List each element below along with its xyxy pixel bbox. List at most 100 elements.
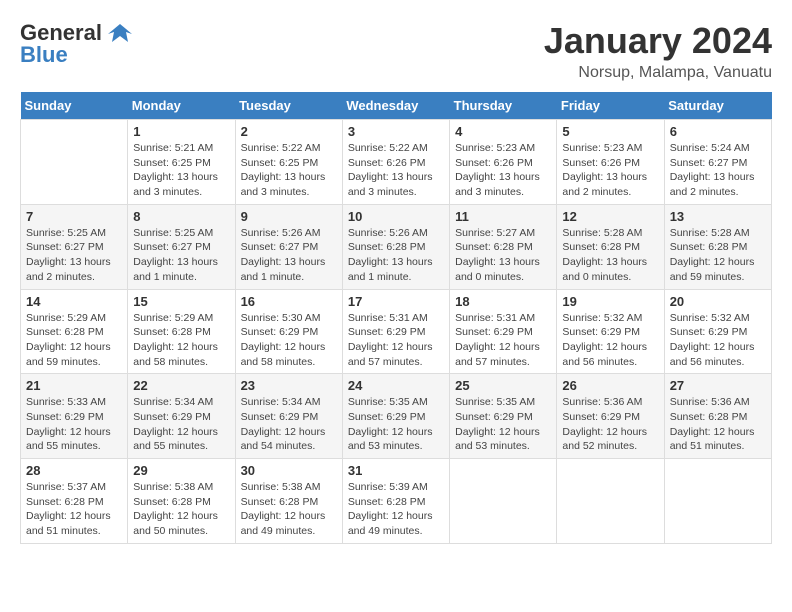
day-info: Sunrise: 5:26 AM Sunset: 6:27 PM Dayligh… bbox=[241, 226, 337, 285]
day-info: Sunrise: 5:25 AM Sunset: 6:27 PM Dayligh… bbox=[133, 226, 229, 285]
day-number: 7 bbox=[26, 209, 122, 224]
calendar-cell: 4Sunrise: 5:23 AM Sunset: 6:26 PM Daylig… bbox=[450, 120, 557, 205]
day-info: Sunrise: 5:36 AM Sunset: 6:28 PM Dayligh… bbox=[670, 395, 766, 454]
day-number: 19 bbox=[562, 294, 658, 309]
weekday-header-friday: Friday bbox=[557, 92, 664, 120]
calendar-cell: 22Sunrise: 5:34 AM Sunset: 6:29 PM Dayli… bbox=[128, 374, 235, 459]
calendar-cell: 3 Sunrise: 5:22 AM Sunset: 6:26 PM Daylig… bbox=[342, 120, 449, 205]
calendar-cell bbox=[450, 459, 557, 544]
day-info: Sunrise: 5:27 AM Sunset: 6:28 PM Dayligh… bbox=[455, 226, 551, 285]
day-number: 10 bbox=[348, 209, 444, 224]
calendar-cell: 18 Sunrise: 5:31 AM Sunset: 6:29 PM Dayli… bbox=[450, 289, 557, 374]
calendar-cell: 28Sunrise: 5:37 AM Sunset: 6:28 PM Dayli… bbox=[21, 459, 128, 544]
weekday-header-row: SundayMondayTuesdayWednesdayThursdayFrid… bbox=[21, 92, 772, 120]
weekday-header-wednesday: Wednesday bbox=[342, 92, 449, 120]
day-number: 22 bbox=[133, 378, 229, 393]
day-info: Sunrise: 5:23 AM Sunset: 6:26 PM Dayligh… bbox=[562, 141, 658, 200]
day-number: 30 bbox=[241, 463, 337, 478]
day-number: 15 bbox=[133, 294, 229, 309]
calendar-cell: 11 Sunrise: 5:27 AM Sunset: 6:28 PM Dayli… bbox=[450, 204, 557, 289]
day-info: Sunrise: 5:28 AM Sunset: 6:28 PM Dayligh… bbox=[562, 226, 658, 285]
day-number: 9 bbox=[241, 209, 337, 224]
day-info: Sunrise: 5:28 AM Sunset: 6:28 PM Dayligh… bbox=[670, 226, 766, 285]
day-number: 16 bbox=[241, 294, 337, 309]
calendar-cell: 31 Sunrise: 5:39 AM Sunset: 6:28 PM Dayli… bbox=[342, 459, 449, 544]
logo-bird-icon bbox=[106, 22, 134, 44]
day-number: 14 bbox=[26, 294, 122, 309]
weekday-header-monday: Monday bbox=[128, 92, 235, 120]
calendar-cell: 17Sunrise: 5:31 AM Sunset: 6:29 PM Dayli… bbox=[342, 289, 449, 374]
day-number: 24 bbox=[348, 378, 444, 393]
calendar-cell: 23Sunrise: 5:34 AM Sunset: 6:29 PM Dayli… bbox=[235, 374, 342, 459]
calendar-title-area: January 2024 Norsup, Malampa, Vanuatu bbox=[544, 20, 772, 82]
calendar-cell: 29Sunrise: 5:38 AM Sunset: 6:28 PM Dayli… bbox=[128, 459, 235, 544]
weekday-header-saturday: Saturday bbox=[664, 92, 771, 120]
calendar-cell: 12 Sunrise: 5:28 AM Sunset: 6:28 PM Dayli… bbox=[557, 204, 664, 289]
day-info: Sunrise: 5:33 AM Sunset: 6:29 PM Dayligh… bbox=[26, 395, 122, 454]
logo: General Blue bbox=[20, 20, 134, 68]
day-info: Sunrise: 5:31 AM Sunset: 6:29 PM Dayligh… bbox=[455, 311, 551, 370]
day-info: Sunrise: 5:22 AM Sunset: 6:26 PM Dayligh… bbox=[348, 141, 444, 200]
page-header: General Blue January 2024 Norsup, Malamp… bbox=[20, 20, 772, 82]
day-info: Sunrise: 5:29 AM Sunset: 6:28 PM Dayligh… bbox=[26, 311, 122, 370]
day-number: 21 bbox=[26, 378, 122, 393]
day-info: Sunrise: 5:35 AM Sunset: 6:29 PM Dayligh… bbox=[348, 395, 444, 454]
calendar-cell: 26 Sunrise: 5:36 AM Sunset: 6:29 PM Dayli… bbox=[557, 374, 664, 459]
day-number: 29 bbox=[133, 463, 229, 478]
day-info: Sunrise: 5:32 AM Sunset: 6:29 PM Dayligh… bbox=[670, 311, 766, 370]
day-number: 18 bbox=[455, 294, 551, 309]
calendar-cell: 24 Sunrise: 5:35 AM Sunset: 6:29 PM Dayli… bbox=[342, 374, 449, 459]
day-info: Sunrise: 5:26 AM Sunset: 6:28 PM Dayligh… bbox=[348, 226, 444, 285]
calendar-cell: 9 Sunrise: 5:26 AM Sunset: 6:27 PM Daylig… bbox=[235, 204, 342, 289]
day-number: 23 bbox=[241, 378, 337, 393]
day-info: Sunrise: 5:24 AM Sunset: 6:27 PM Dayligh… bbox=[670, 141, 766, 200]
calendar-cell bbox=[664, 459, 771, 544]
weekday-header-tuesday: Tuesday bbox=[235, 92, 342, 120]
logo-blue-text: Blue bbox=[20, 42, 68, 68]
calendar-table: SundayMondayTuesdayWednesdayThursdayFrid… bbox=[20, 92, 772, 544]
calendar-cell: 14 Sunrise: 5:29 AM Sunset: 6:28 PM Dayli… bbox=[21, 289, 128, 374]
day-number: 6 bbox=[670, 124, 766, 139]
day-info: Sunrise: 5:22 AM Sunset: 6:25 PM Dayligh… bbox=[241, 141, 337, 200]
week-row-5: 28Sunrise: 5:37 AM Sunset: 6:28 PM Dayli… bbox=[21, 459, 772, 544]
calendar-title: January 2024 bbox=[544, 20, 772, 62]
calendar-cell: 13 Sunrise: 5:28 AM Sunset: 6:28 PM Dayli… bbox=[664, 204, 771, 289]
week-row-3: 14 Sunrise: 5:29 AM Sunset: 6:28 PM Dayli… bbox=[21, 289, 772, 374]
calendar-cell: 15 Sunrise: 5:29 AM Sunset: 6:28 PM Dayli… bbox=[128, 289, 235, 374]
day-number: 31 bbox=[348, 463, 444, 478]
calendar-cell: 2Sunrise: 5:22 AM Sunset: 6:25 PM Daylig… bbox=[235, 120, 342, 205]
day-number: 3 bbox=[348, 124, 444, 139]
day-info: Sunrise: 5:31 AM Sunset: 6:29 PM Dayligh… bbox=[348, 311, 444, 370]
calendar-cell: 25Sunrise: 5:35 AM Sunset: 6:29 PM Dayli… bbox=[450, 374, 557, 459]
day-number: 25 bbox=[455, 378, 551, 393]
day-info: Sunrise: 5:32 AM Sunset: 6:29 PM Dayligh… bbox=[562, 311, 658, 370]
calendar-cell: 6 Sunrise: 5:24 AM Sunset: 6:27 PM Daylig… bbox=[664, 120, 771, 205]
day-info: Sunrise: 5:37 AM Sunset: 6:28 PM Dayligh… bbox=[26, 480, 122, 539]
day-info: Sunrise: 5:25 AM Sunset: 6:27 PM Dayligh… bbox=[26, 226, 122, 285]
day-number: 12 bbox=[562, 209, 658, 224]
weekday-header-thursday: Thursday bbox=[450, 92, 557, 120]
calendar-cell: 19 Sunrise: 5:32 AM Sunset: 6:29 PM Dayli… bbox=[557, 289, 664, 374]
day-number: 26 bbox=[562, 378, 658, 393]
day-number: 1 bbox=[133, 124, 229, 139]
day-info: Sunrise: 5:36 AM Sunset: 6:29 PM Dayligh… bbox=[562, 395, 658, 454]
calendar-cell bbox=[557, 459, 664, 544]
day-info: Sunrise: 5:30 AM Sunset: 6:29 PM Dayligh… bbox=[241, 311, 337, 370]
calendar-cell: 16 Sunrise: 5:30 AM Sunset: 6:29 PM Dayli… bbox=[235, 289, 342, 374]
day-info: Sunrise: 5:29 AM Sunset: 6:28 PM Dayligh… bbox=[133, 311, 229, 370]
calendar-cell: 21 Sunrise: 5:33 AM Sunset: 6:29 PM Dayli… bbox=[21, 374, 128, 459]
day-number: 13 bbox=[670, 209, 766, 224]
calendar-cell: 7 Sunrise: 5:25 AM Sunset: 6:27 PM Daylig… bbox=[21, 204, 128, 289]
day-info: Sunrise: 5:21 AM Sunset: 6:25 PM Dayligh… bbox=[133, 141, 229, 200]
day-number: 20 bbox=[670, 294, 766, 309]
calendar-cell: 30 Sunrise: 5:38 AM Sunset: 6:28 PM Dayli… bbox=[235, 459, 342, 544]
week-row-1: 1 Sunrise: 5:21 AM Sunset: 6:25 PM Daylig… bbox=[21, 120, 772, 205]
day-info: Sunrise: 5:23 AM Sunset: 6:26 PM Dayligh… bbox=[455, 141, 551, 200]
day-info: Sunrise: 5:39 AM Sunset: 6:28 PM Dayligh… bbox=[348, 480, 444, 539]
calendar-cell: 20 Sunrise: 5:32 AM Sunset: 6:29 PM Dayli… bbox=[664, 289, 771, 374]
day-info: Sunrise: 5:38 AM Sunset: 6:28 PM Dayligh… bbox=[241, 480, 337, 539]
calendar-cell: 1 Sunrise: 5:21 AM Sunset: 6:25 PM Daylig… bbox=[128, 120, 235, 205]
week-row-4: 21 Sunrise: 5:33 AM Sunset: 6:29 PM Dayli… bbox=[21, 374, 772, 459]
day-number: 11 bbox=[455, 209, 551, 224]
day-number: 5 bbox=[562, 124, 658, 139]
